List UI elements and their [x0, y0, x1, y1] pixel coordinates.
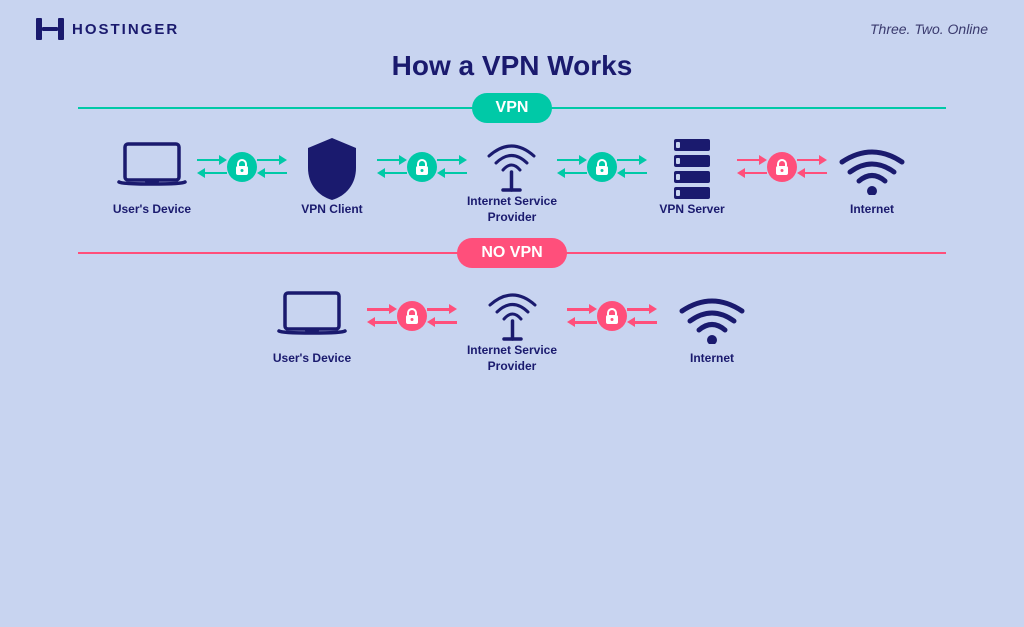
wifi-icon — [836, 138, 908, 198]
vpn-badge: VPN — [472, 93, 553, 123]
novpn-badge: NO VPN — [457, 238, 566, 268]
shield-icon — [302, 138, 362, 198]
diagrams: VPN User's Device — [0, 82, 1024, 627]
vpn-internet: Internet — [827, 138, 917, 218]
novpn-user-device-label: User's Device — [273, 351, 351, 367]
novpn-internet: Internet — [657, 287, 767, 367]
connector-1 — [197, 152, 287, 182]
laptop-icon-2 — [277, 287, 347, 347]
vpn-isp-label: Internet ServiceProvider — [467, 194, 557, 225]
laptop-icon — [117, 138, 187, 198]
novpn-lock-1 — [397, 301, 427, 331]
hostinger-logo-icon — [36, 18, 64, 40]
novpn-isp: Internet ServiceProvider — [457, 279, 567, 374]
vpn-client-label: VPN Client — [301, 202, 362, 218]
vpn-isp: Internet ServiceProvider — [467, 130, 557, 225]
novpn-lock-2 — [597, 301, 627, 331]
wifi-icon-2 — [676, 287, 748, 347]
vpn-client: VPN Client — [287, 138, 377, 218]
novpn-user-device: User's Device — [257, 287, 367, 367]
vpn-server-label: VPN Server — [659, 202, 724, 218]
vpn-internet-label: Internet — [850, 202, 894, 218]
connector-3 — [557, 152, 647, 182]
vpn-divider: VPN — [30, 90, 994, 126]
connector-2 — [377, 152, 467, 182]
lock-icon-3 — [587, 152, 617, 182]
novpn-connector-2 — [567, 301, 657, 331]
novpn-connector-1 — [367, 301, 457, 331]
vpn-server: VPN Server — [647, 138, 737, 218]
main-title: How a VPN Works — [392, 50, 633, 82]
server-icon — [666, 138, 718, 198]
connector-4 — [737, 152, 827, 182]
page: HOSTINGER Three. Two. Online How a VPN W… — [0, 0, 1024, 627]
tagline: Three. Two. Online — [870, 21, 988, 37]
antenna-icon — [479, 130, 544, 190]
novpn-divider: NO VPN — [30, 235, 994, 271]
logo: HOSTINGER — [36, 18, 179, 40]
novpn-icon-row: User's Device — [30, 279, 994, 374]
novpn-internet-label: Internet — [690, 351, 734, 367]
lock-icon-2 — [407, 152, 437, 182]
vpn-user-device-label: User's Device — [113, 202, 191, 218]
vpn-user-device: User's Device — [107, 138, 197, 218]
logo-text: HOSTINGER — [72, 21, 179, 38]
antenna-icon-2 — [480, 279, 545, 339]
novpn-isp-label: Internet ServiceProvider — [467, 343, 557, 374]
lock-icon-1 — [227, 152, 257, 182]
vpn-icon-row: User's Device — [30, 130, 994, 225]
header: HOSTINGER Three. Two. Online — [0, 0, 1024, 40]
lock-icon-4 — [767, 152, 797, 182]
